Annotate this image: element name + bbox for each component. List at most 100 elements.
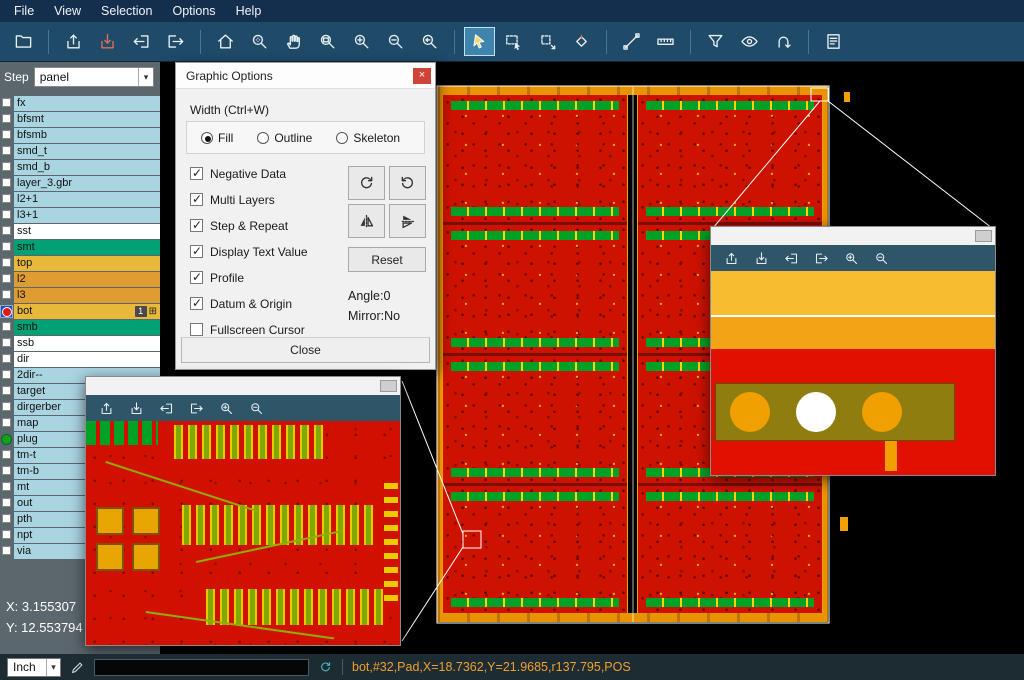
layer-row[interactable]: l3: [0, 288, 160, 303]
rotate-ccw-button[interactable]: [389, 166, 426, 200]
layer-visibility-checkbox[interactable]: [2, 114, 11, 123]
layer-visibility-checkbox[interactable]: [2, 546, 11, 555]
import-button[interactable]: [95, 397, 117, 419]
highlight-button[interactable]: [734, 27, 765, 56]
dialog-checkbox[interactable]: Step & Repeat: [190, 219, 308, 232]
pcb-board-cell[interactable]: [638, 486, 822, 613]
pcb-board-cell[interactable]: [443, 225, 627, 352]
export-button[interactable]: [125, 397, 147, 419]
layer-row[interactable]: bfsmb: [0, 128, 160, 143]
forward-button[interactable]: [810, 247, 832, 269]
import-button[interactable]: [58, 27, 89, 56]
layer-visibility-checkbox[interactable]: [2, 450, 11, 459]
pcb-board-cell[interactable]: [443, 95, 627, 222]
layer-visibility-checkbox[interactable]: [2, 130, 11, 139]
magnifier-window-left[interactable]: [85, 376, 401, 646]
mirror-vertical-button[interactable]: [348, 204, 385, 238]
layer-row[interactable]: bot 1 ⊞: [0, 304, 160, 319]
layer-row[interactable]: ssb: [0, 336, 160, 351]
zoom-fit-button[interactable]: [244, 27, 275, 56]
layer-row[interactable]: smb: [0, 320, 160, 335]
measure-line-button[interactable]: [616, 27, 647, 56]
back-button[interactable]: [780, 247, 802, 269]
snap-diamond-button[interactable]: [566, 27, 597, 56]
pan-button[interactable]: [278, 27, 309, 56]
dialog-checkbox[interactable]: Profile: [190, 271, 308, 284]
layer-visibility-checkbox[interactable]: [2, 178, 11, 187]
marquee-select-button[interactable]: [498, 27, 529, 56]
jump-button[interactable]: [768, 27, 799, 56]
menu-file[interactable]: File: [4, 1, 44, 21]
unit-select[interactable]: Inch ▾: [7, 658, 61, 677]
layer-visibility-checkbox[interactable]: [2, 514, 11, 523]
layer-visibility-checkbox[interactable]: [2, 194, 11, 203]
dialog-checkbox[interactable]: Negative Data: [190, 167, 308, 180]
draft-tool-button[interactable]: [70, 660, 85, 675]
magnifier-titlebar[interactable]: [711, 227, 995, 245]
pcb-board-cell[interactable]: [638, 95, 822, 222]
rotate-cw-button[interactable]: [348, 166, 385, 200]
zoom-in-button[interactable]: [346, 27, 377, 56]
magnifier-view[interactable]: [86, 421, 400, 645]
layer-visibility-checkbox[interactable]: [2, 98, 11, 107]
refresh-button[interactable]: [318, 660, 333, 675]
layer-visibility-checkbox[interactable]: [2, 482, 11, 491]
layer-row[interactable]: top: [0, 256, 160, 271]
layer-visibility-checkbox[interactable]: [2, 402, 11, 411]
radio-option[interactable]: Fill: [201, 131, 233, 145]
layer-row[interactable]: smd_b: [0, 160, 160, 175]
radio-option[interactable]: Outline: [257, 131, 312, 145]
layer-visibility-checkbox[interactable]: [2, 530, 11, 539]
zoom-out-button[interactable]: [380, 27, 411, 56]
magnifier-view[interactable]: [711, 271, 995, 475]
export-button[interactable]: [750, 247, 772, 269]
magnifier-titlebar[interactable]: [86, 377, 400, 395]
back-button[interactable]: [126, 27, 157, 56]
menu-options[interactable]: Options: [162, 1, 225, 21]
menu-selection[interactable]: Selection: [91, 1, 162, 21]
layer-visibility-checkbox[interactable]: [2, 274, 11, 283]
layer-visibility-checkbox[interactable]: [2, 370, 11, 379]
layer-row[interactable]: l2: [0, 272, 160, 287]
layer-visibility-checkbox[interactable]: [2, 146, 11, 155]
layer-row[interactable]: smd_t: [0, 144, 160, 159]
transform-select-button[interactable]: [532, 27, 563, 56]
layer-visibility-checkbox[interactable]: [2, 226, 11, 235]
dialog-checkbox[interactable]: Datum & Origin: [190, 297, 308, 310]
layer-visibility-checkbox[interactable]: [2, 290, 11, 299]
dialog-close-button[interactable]: ×: [413, 68, 431, 84]
layer-visibility-checkbox[interactable]: [2, 322, 11, 331]
layer-row[interactable]: l2+1: [0, 192, 160, 207]
zoom-previous-button[interactable]: [414, 27, 445, 56]
dialog-checkbox[interactable]: Display Text Value: [190, 245, 308, 258]
command-input[interactable]: [94, 659, 309, 676]
select-button[interactable]: [464, 27, 495, 56]
zoom-out-button[interactable]: [870, 247, 892, 269]
layer-row[interactable]: smt: [0, 240, 160, 255]
filter-button[interactable]: [700, 27, 731, 56]
report-button[interactable]: [818, 27, 849, 56]
pcb-board-cell[interactable]: [443, 356, 627, 483]
mirror-horizontal-button[interactable]: [389, 204, 426, 238]
forward-button[interactable]: [160, 27, 191, 56]
step-select[interactable]: panel ▾: [34, 67, 154, 87]
home-button[interactable]: [210, 27, 241, 56]
zoom-in-button[interactable]: [215, 397, 237, 419]
magnifier-window-right[interactable]: [710, 226, 996, 476]
layer-visibility-checkbox[interactable]: [2, 466, 11, 475]
layer-visibility-checkbox[interactable]: [2, 418, 11, 427]
radio-option[interactable]: Skeleton: [336, 131, 400, 145]
layer-row[interactable]: bfsmt: [0, 112, 160, 127]
window-button[interactable]: [975, 230, 992, 242]
back-button[interactable]: [155, 397, 177, 419]
dialog-checkbox[interactable]: Multi Layers: [190, 193, 308, 206]
layer-visibility-checkbox[interactable]: [2, 386, 11, 395]
layer-row[interactable]: fx: [0, 96, 160, 111]
layer-visibility-checkbox[interactable]: [2, 498, 11, 507]
reset-button[interactable]: Reset: [348, 247, 426, 272]
zoom-window-button[interactable]: [312, 27, 343, 56]
menu-view[interactable]: View: [44, 1, 91, 21]
window-button[interactable]: [380, 380, 397, 392]
menu-help[interactable]: Help: [226, 1, 272, 21]
export-button[interactable]: [92, 27, 123, 56]
